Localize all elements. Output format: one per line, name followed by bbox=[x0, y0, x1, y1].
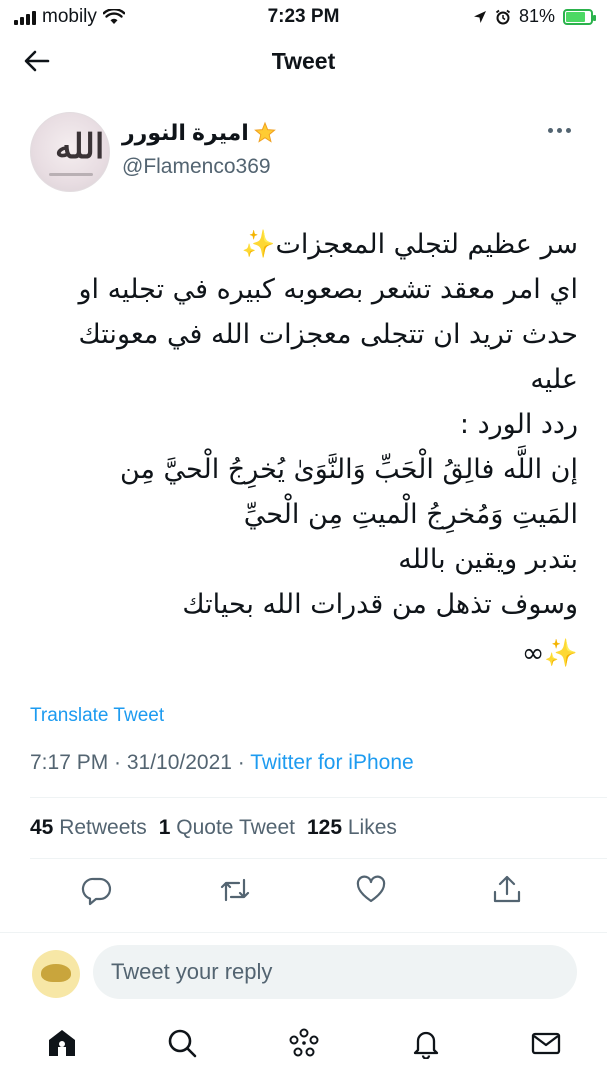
notifications-icon[interactable] bbox=[410, 1027, 442, 1059]
retweets-label: Retweets bbox=[59, 816, 147, 839]
tweet-line: عليه bbox=[530, 364, 578, 395]
translate-tweet-link[interactable]: Translate Tweet bbox=[30, 705, 164, 727]
divider bbox=[30, 797, 607, 798]
tweet-line: حدث تريد ان تتجلى معجزات الله في معونتك bbox=[78, 319, 578, 350]
author-name[interactable]: اميرة النورر bbox=[122, 120, 277, 146]
divider bbox=[30, 858, 607, 859]
author-name-text: اميرة النورر bbox=[122, 120, 249, 145]
tweet-meta: 7:17 PM · 31/10/2021 · Twitter for iPhon… bbox=[30, 751, 414, 775]
like-icon[interactable] bbox=[353, 872, 389, 908]
likes-stat[interactable]: 125 Likes bbox=[307, 816, 397, 840]
glowing-star-icon bbox=[253, 121, 276, 143]
reply-input[interactable] bbox=[93, 945, 577, 999]
tweet-source-link[interactable]: Twitter for iPhone bbox=[250, 751, 413, 774]
alarm-icon bbox=[495, 9, 511, 24]
author-avatar[interactable]: الله bbox=[30, 112, 110, 192]
messages-icon[interactable] bbox=[530, 1027, 562, 1059]
more-options-icon[interactable] bbox=[548, 128, 571, 133]
status-bar: mobily 7:23 PM 81% bbox=[0, 0, 607, 34]
share-icon[interactable] bbox=[489, 872, 525, 908]
likes-count: 125 bbox=[306, 816, 343, 839]
search-icon[interactable] bbox=[166, 1027, 198, 1059]
tweet-line: ردد الورد : bbox=[459, 409, 578, 440]
battery-icon bbox=[563, 8, 596, 25]
page-title: Tweet bbox=[271, 48, 336, 74]
bottom-tab-bar bbox=[0, 1012, 607, 1080]
author-handle[interactable]: @Flamenco369 bbox=[122, 155, 271, 179]
home-icon[interactable] bbox=[46, 1027, 78, 1059]
tweet-line: ✨∞ bbox=[521, 638, 578, 669]
retweet-icon[interactable] bbox=[217, 872, 253, 908]
tweet-line: بتدبر ويقين بالله bbox=[398, 544, 578, 575]
current-user-avatar[interactable] bbox=[32, 950, 80, 998]
tweet-stats: 45 Retweets 1 Quote Tweet 125 Likes bbox=[30, 816, 397, 840]
tweet-line: وسوف تذهل من قدرات الله بحياتك bbox=[182, 589, 578, 620]
quotes-label: Quote Tweet bbox=[176, 816, 295, 839]
reply-bar bbox=[0, 932, 607, 1012]
top-nav: Tweet bbox=[0, 38, 607, 90]
tweet-timestamp: 7:17 PM · 31/10/2021 · bbox=[30, 751, 251, 774]
tweet-line: سر عظيم لتجلي المعجزات✨ bbox=[241, 229, 578, 260]
reply-icon[interactable] bbox=[79, 872, 115, 908]
likes-label: Likes bbox=[347, 816, 397, 839]
tweet-line: اي امر معقد تشعر بصعوبه كبيره في تجليه ا… bbox=[78, 274, 578, 305]
tweet-line: إن اللَّه فالِقُ الْحَبِّ وَالنَّوَىٰ يُ… bbox=[119, 454, 578, 485]
tweet-text: سر عظيم لتجلي المعجزات✨ اي امر معقد تشعر… bbox=[30, 222, 578, 676]
tweet-line: المَيتِ وَمُخرِجُ الْميتِ مِن الْحيِّ bbox=[243, 499, 578, 530]
location-icon bbox=[473, 10, 486, 23]
system-indicators: 81% bbox=[473, 6, 596, 27]
spaces-icon[interactable] bbox=[288, 1027, 320, 1059]
tweet-actions bbox=[0, 872, 607, 912]
retweets-count: 45 bbox=[30, 816, 54, 839]
retweets-stat[interactable]: 45 Retweets bbox=[30, 816, 147, 840]
quotes-count: 1 bbox=[158, 816, 171, 839]
quotes-stat[interactable]: 1 Quote Tweet bbox=[159, 816, 295, 840]
battery-percent: 81% bbox=[518, 6, 555, 26]
